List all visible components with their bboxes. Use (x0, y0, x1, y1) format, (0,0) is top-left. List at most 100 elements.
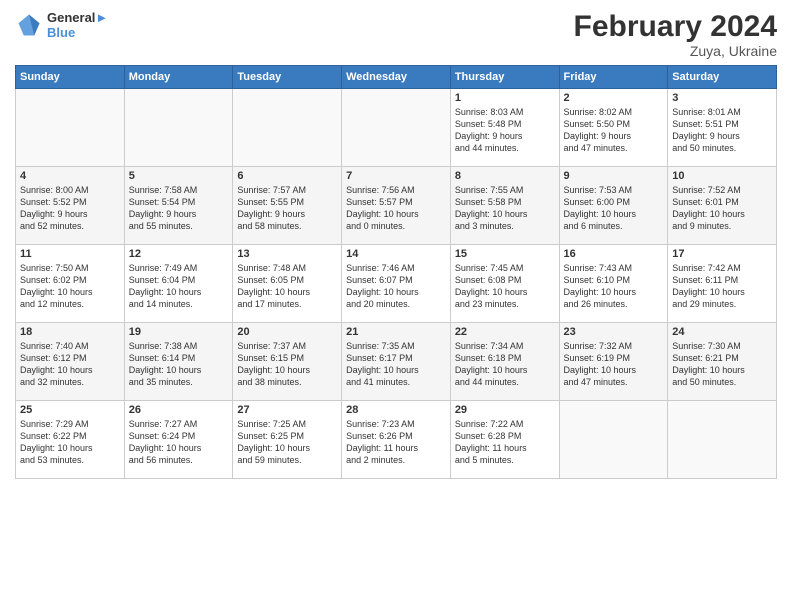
calendar-cell: 17 Sunrise: 7:42 AM Sunset: 6:11 PM Dayli… (668, 245, 777, 323)
day-info: Sunrise: 7:56 AM Sunset: 5:57 PM Dayligh… (346, 184, 446, 233)
day-number: 17 (672, 248, 772, 260)
day-info: Sunrise: 7:53 AM Sunset: 6:00 PM Dayligh… (564, 184, 664, 233)
day-number: 25 (20, 404, 120, 416)
day-info: Sunrise: 7:34 AM Sunset: 6:18 PM Dayligh… (455, 340, 555, 389)
calendar-cell (124, 89, 233, 167)
calendar-cell: 28 Sunrise: 7:23 AM Sunset: 6:26 PM Dayli… (342, 401, 451, 479)
calendar-cell: 10 Sunrise: 7:52 AM Sunset: 6:01 PM Dayli… (668, 167, 777, 245)
day-info: Sunrise: 8:00 AM Sunset: 5:52 PM Dayligh… (20, 184, 120, 233)
day-number: 6 (237, 170, 337, 182)
calendar-cell (668, 401, 777, 479)
day-number: 19 (129, 326, 229, 338)
day-info: Sunrise: 7:25 AM Sunset: 6:25 PM Dayligh… (237, 418, 337, 467)
calendar-cell: 29 Sunrise: 7:22 AM Sunset: 6:28 PM Dayli… (450, 401, 559, 479)
day-info: Sunrise: 7:38 AM Sunset: 6:14 PM Dayligh… (129, 340, 229, 389)
main-title: February 2024 (574, 10, 777, 43)
calendar-week-row: 1Sunrise: 8:03 AM Sunset: 5:48 PM Daylig… (16, 89, 777, 167)
day-info: Sunrise: 7:52 AM Sunset: 6:01 PM Dayligh… (672, 184, 772, 233)
calendar-week-row: 11Sunrise: 7:50 AM Sunset: 6:02 PM Dayli… (16, 245, 777, 323)
day-number: 2 (564, 92, 664, 104)
calendar-cell: 26 Sunrise: 7:27 AM Sunset: 6:24 PM Dayli… (124, 401, 233, 479)
day-info: Sunrise: 7:35 AM Sunset: 6:17 PM Dayligh… (346, 340, 446, 389)
logo: General► Blue (15, 10, 108, 40)
calendar-cell: 4 Sunrise: 8:00 AM Sunset: 5:52 PM Daylig… (16, 167, 125, 245)
subtitle: Zuya, Ukraine (574, 43, 777, 59)
calendar-week-row: 18 Sunrise: 7:40 AM Sunset: 6:12 PM Dayli… (16, 323, 777, 401)
calendar-cell: 1Sunrise: 8:03 AM Sunset: 5:48 PM Daylig… (450, 89, 559, 167)
day-number: 5 (129, 170, 229, 182)
weekday-header-friday: Friday (559, 66, 668, 89)
day-info: Sunrise: 7:27 AM Sunset: 6:24 PM Dayligh… (129, 418, 229, 467)
calendar-cell: 2 Sunrise: 8:02 AM Sunset: 5:50 PM Daylig… (559, 89, 668, 167)
calendar-cell: 3Sunrise: 8:01 AM Sunset: 5:51 PM Daylig… (668, 89, 777, 167)
day-number: 20 (237, 326, 337, 338)
day-number: 21 (346, 326, 446, 338)
day-info: Sunrise: 7:57 AM Sunset: 5:55 PM Dayligh… (237, 184, 337, 233)
day-number: 29 (455, 404, 555, 416)
day-info: Sunrise: 7:29 AM Sunset: 6:22 PM Dayligh… (20, 418, 120, 467)
weekday-header-thursday: Thursday (450, 66, 559, 89)
title-block: February 2024 Zuya, Ukraine (574, 10, 777, 59)
day-info: Sunrise: 7:49 AM Sunset: 6:04 PM Dayligh… (129, 262, 229, 311)
day-info: Sunrise: 7:40 AM Sunset: 6:12 PM Dayligh… (20, 340, 120, 389)
weekday-header-sunday: Sunday (16, 66, 125, 89)
calendar-cell (559, 401, 668, 479)
day-number: 12 (129, 248, 229, 260)
weekday-header-saturday: Saturday (668, 66, 777, 89)
calendar-cell: 25 Sunrise: 7:29 AM Sunset: 6:22 PM Dayli… (16, 401, 125, 479)
day-info: Sunrise: 7:22 AM Sunset: 6:28 PM Dayligh… (455, 418, 555, 467)
day-number: 7 (346, 170, 446, 182)
day-number: 27 (237, 404, 337, 416)
day-number: 24 (672, 326, 772, 338)
day-number: 10 (672, 170, 772, 182)
day-info: Sunrise: 7:43 AM Sunset: 6:10 PM Dayligh… (564, 262, 664, 311)
day-info: Sunrise: 7:55 AM Sunset: 5:58 PM Dayligh… (455, 184, 555, 233)
page-header: General► Blue February 2024 Zuya, Ukrain… (15, 10, 777, 59)
day-info: Sunrise: 8:02 AM Sunset: 5:50 PM Dayligh… (564, 106, 664, 155)
logo-icon (15, 11, 43, 39)
day-number: 28 (346, 404, 446, 416)
day-info: Sunrise: 7:50 AM Sunset: 6:02 PM Dayligh… (20, 262, 120, 311)
day-number: 14 (346, 248, 446, 260)
calendar-cell: 18 Sunrise: 7:40 AM Sunset: 6:12 PM Dayli… (16, 323, 125, 401)
calendar-week-row: 4 Sunrise: 8:00 AM Sunset: 5:52 PM Daylig… (16, 167, 777, 245)
day-number: 4 (20, 170, 120, 182)
calendar-cell: 11Sunrise: 7:50 AM Sunset: 6:02 PM Dayli… (16, 245, 125, 323)
calendar-cell: 19 Sunrise: 7:38 AM Sunset: 6:14 PM Dayli… (124, 323, 233, 401)
calendar-cell: 15Sunrise: 7:45 AM Sunset: 6:08 PM Dayli… (450, 245, 559, 323)
day-info: Sunrise: 7:23 AM Sunset: 6:26 PM Dayligh… (346, 418, 446, 467)
day-info: Sunrise: 7:48 AM Sunset: 6:05 PM Dayligh… (237, 262, 337, 311)
calendar-cell: 8 Sunrise: 7:55 AM Sunset: 5:58 PM Daylig… (450, 167, 559, 245)
day-number: 8 (455, 170, 555, 182)
day-number: 26 (129, 404, 229, 416)
weekday-header-tuesday: Tuesday (233, 66, 342, 89)
day-info: Sunrise: 7:46 AM Sunset: 6:07 PM Dayligh… (346, 262, 446, 311)
day-number: 22 (455, 326, 555, 338)
day-info: Sunrise: 7:37 AM Sunset: 6:15 PM Dayligh… (237, 340, 337, 389)
calendar-cell: 9Sunrise: 7:53 AM Sunset: 6:00 PM Daylig… (559, 167, 668, 245)
calendar-cell: 24 Sunrise: 7:30 AM Sunset: 6:21 PM Dayli… (668, 323, 777, 401)
calendar-cell: 22 Sunrise: 7:34 AM Sunset: 6:18 PM Dayli… (450, 323, 559, 401)
calendar-header-row: SundayMondayTuesdayWednesdayThursdayFrid… (16, 66, 777, 89)
calendar-cell: 21 Sunrise: 7:35 AM Sunset: 6:17 PM Dayli… (342, 323, 451, 401)
calendar-cell: 7 Sunrise: 7:56 AM Sunset: 5:57 PM Daylig… (342, 167, 451, 245)
day-info: Sunrise: 7:30 AM Sunset: 6:21 PM Dayligh… (672, 340, 772, 389)
calendar-week-row: 25 Sunrise: 7:29 AM Sunset: 6:22 PM Dayli… (16, 401, 777, 479)
calendar-table: SundayMondayTuesdayWednesdayThursdayFrid… (15, 65, 777, 479)
day-info: Sunrise: 7:58 AM Sunset: 5:54 PM Dayligh… (129, 184, 229, 233)
calendar-cell: 14 Sunrise: 7:46 AM Sunset: 6:07 PM Dayli… (342, 245, 451, 323)
logo-text: General► Blue (47, 10, 108, 40)
day-info: Sunrise: 7:42 AM Sunset: 6:11 PM Dayligh… (672, 262, 772, 311)
calendar-cell (342, 89, 451, 167)
calendar-cell: 23 Sunrise: 7:32 AM Sunset: 6:19 PM Dayli… (559, 323, 668, 401)
day-number: 18 (20, 326, 120, 338)
calendar-cell: 5 Sunrise: 7:58 AM Sunset: 5:54 PM Daylig… (124, 167, 233, 245)
calendar-cell: 6 Sunrise: 7:57 AM Sunset: 5:55 PM Daylig… (233, 167, 342, 245)
day-number: 13 (237, 248, 337, 260)
calendar-cell: 27 Sunrise: 7:25 AM Sunset: 6:25 PM Dayli… (233, 401, 342, 479)
day-number: 23 (564, 326, 664, 338)
day-number: 15 (455, 248, 555, 260)
day-info: Sunrise: 7:32 AM Sunset: 6:19 PM Dayligh… (564, 340, 664, 389)
day-info: Sunrise: 8:01 AM Sunset: 5:51 PM Dayligh… (672, 106, 772, 155)
calendar-cell (233, 89, 342, 167)
